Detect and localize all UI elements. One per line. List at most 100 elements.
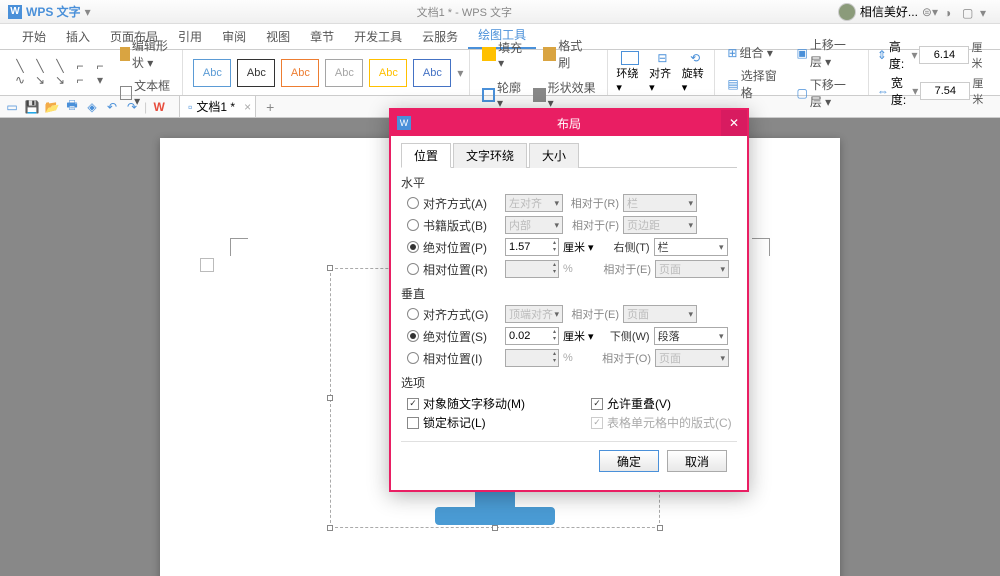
- cancel-button[interactable]: 取消: [667, 450, 727, 472]
- section-horizontal: 水平: [401, 174, 737, 191]
- align-icon: ⊟: [657, 51, 667, 65]
- redo-icon[interactable]: ↷: [124, 99, 140, 115]
- save-icon[interactable]: 💾: [24, 99, 40, 115]
- menu-view[interactable]: 视图: [256, 24, 300, 49]
- v-abs-input[interactable]: 0.02: [505, 327, 559, 345]
- tab-size[interactable]: 大小: [529, 143, 579, 168]
- handle-br[interactable]: [657, 525, 663, 531]
- menu-insert[interactable]: 插入: [56, 24, 100, 49]
- new-icon[interactable]: ▭: [4, 99, 20, 115]
- align-button[interactable]: 对齐 ▾: [649, 65, 676, 94]
- preset-4[interactable]: Abc: [325, 59, 363, 87]
- maximize-icon[interactable]: ▢: [962, 6, 974, 18]
- h-book-radio[interactable]: [407, 219, 419, 231]
- v-abs-unit[interactable]: 厘米 ▾: [563, 328, 594, 344]
- h-align-combo[interactable]: 左对齐: [505, 194, 563, 212]
- open-icon[interactable]: 📂: [44, 99, 60, 115]
- shape-line2-icon[interactable]: ╲: [32, 60, 48, 72]
- shape-conn2-icon[interactable]: ⌐: [92, 60, 108, 72]
- user-area[interactable]: 相信美好... ⊜▾: [838, 3, 938, 21]
- dialog-close-button[interactable]: ✕: [721, 110, 747, 136]
- menu-devtools[interactable]: 开发工具: [344, 24, 412, 49]
- preset-6[interactable]: Abc: [413, 59, 451, 87]
- opt-allow-overlap[interactable]: ✓允许重叠(V): [591, 395, 732, 412]
- menu-review[interactable]: 审阅: [212, 24, 256, 49]
- print-icon[interactable]: 🖶: [64, 99, 80, 115]
- h-abs-radio[interactable]: [407, 241, 419, 253]
- preset-5[interactable]: Abc: [369, 59, 407, 87]
- h-abs-rel-combo[interactable]: 栏: [654, 238, 728, 256]
- shape-line3-icon[interactable]: ╲: [52, 60, 68, 72]
- dialog-title-bar[interactable]: W 布局 ✕: [391, 110, 747, 136]
- shapes-gallery[interactable]: ╲ ╲ ╲ ⌐ ⌐ ∿ ↘ ↘ ⌐ ▾: [12, 60, 110, 86]
- h-rel-rel-combo[interactable]: 页面: [655, 260, 729, 278]
- handle-tl[interactable]: [327, 265, 333, 271]
- opt-move-with-text[interactable]: ✓对象随文字移动(M): [407, 395, 525, 412]
- h-rel-radio[interactable]: [407, 263, 419, 275]
- format-painter-button[interactable]: 格式刷: [539, 35, 598, 73]
- tab-wrap[interactable]: 文字环绕: [453, 143, 527, 168]
- h-book-combo[interactable]: 内部: [505, 216, 563, 234]
- menu-chapter[interactable]: 章节: [300, 24, 344, 49]
- width-input[interactable]: [920, 82, 970, 100]
- h-abs-input[interactable]: 1.57: [505, 238, 559, 256]
- ok-button[interactable]: 确定: [599, 450, 659, 472]
- v-abs-rel-combo[interactable]: 段落: [654, 327, 728, 345]
- shape-effects-button[interactable]: 形状效果 ▾: [529, 77, 601, 112]
- handle-bl[interactable]: [327, 525, 333, 531]
- wrap-button[interactable]: 环绕 ▾: [616, 65, 643, 94]
- preview-icon[interactable]: ◈: [84, 99, 100, 115]
- bring-forward-button[interactable]: ▣上移一层 ▾: [793, 34, 862, 72]
- preset-1[interactable]: Abc: [193, 59, 231, 87]
- shape-arrow1-icon[interactable]: ↘: [32, 74, 48, 86]
- handle-ml[interactable]: [327, 395, 333, 401]
- fill-button[interactable]: 填充 ▾格式刷: [478, 33, 601, 75]
- doc-tab-close-icon[interactable]: ×: [244, 100, 251, 114]
- shape-line-icon[interactable]: ╲: [12, 60, 28, 72]
- v-align-rel-combo[interactable]: 页面: [623, 305, 697, 323]
- preset-3[interactable]: Abc: [281, 59, 319, 87]
- close-icon[interactable]: ▾: [980, 6, 992, 18]
- v-align-combo[interactable]: 顶端对齐: [505, 305, 563, 323]
- send-backward-button[interactable]: ▢下移一层 ▾: [793, 74, 862, 112]
- group-button[interactable]: ⊞组合 ▾: [723, 42, 784, 63]
- dialog-title: 布局: [557, 115, 581, 132]
- preset-more-icon[interactable]: ▾: [457, 66, 463, 80]
- ribbon: ╲ ╲ ╲ ⌐ ⌐ ∿ ↘ ↘ ⌐ ▾ 编辑形状 ▾ 文本框 ▾ Abc Abc…: [0, 50, 1000, 96]
- edit-shape-button[interactable]: 编辑形状 ▾: [116, 35, 176, 73]
- h-align-rel-combo[interactable]: 栏: [623, 194, 697, 212]
- shape-conn-icon[interactable]: ⌐: [72, 60, 88, 72]
- h-rel-input[interactable]: [505, 260, 559, 278]
- tab-position[interactable]: 位置: [401, 143, 451, 168]
- menu-start[interactable]: 开始: [12, 24, 56, 49]
- v-abs-radio[interactable]: [407, 330, 419, 342]
- user-dropdown-icon[interactable]: ⊜▾: [922, 5, 938, 19]
- menu-cloud[interactable]: 云服务: [412, 24, 468, 49]
- new-tab-button[interactable]: +: [266, 99, 274, 115]
- h-align-radio[interactable]: [407, 197, 419, 209]
- handle-bm[interactable]: [492, 525, 498, 531]
- v-rel-rel-combo[interactable]: 页面: [655, 349, 729, 367]
- preset-2[interactable]: Abc: [237, 59, 275, 87]
- h-abs-unit[interactable]: 厘米 ▾: [563, 239, 594, 255]
- minimize-icon[interactable]: ◑: [944, 6, 956, 18]
- rotate-button[interactable]: 旋转 ▾: [682, 65, 709, 94]
- height-input[interactable]: [919, 46, 969, 64]
- outline-button[interactable]: 轮廓 ▾: [478, 77, 529, 112]
- wps-icon[interactable]: W: [151, 99, 167, 115]
- shape-curve-icon[interactable]: ∿: [12, 74, 28, 86]
- v-align-radio[interactable]: [407, 308, 419, 320]
- undo-icon[interactable]: ↶: [104, 99, 120, 115]
- dialog-body: 位置 文字环绕 大小 水平 对齐方式(A) 左对齐 相对于(R) 栏 书籍版式(…: [391, 136, 747, 490]
- selection-pane-button[interactable]: ▤选择窗格: [723, 65, 784, 103]
- outline-icon: [482, 88, 495, 102]
- document-tab[interactable]: ▫ 文档1 * ×: [179, 95, 256, 118]
- h-book-label: 书籍版式(B): [423, 217, 501, 234]
- shape-elbow-icon[interactable]: ⌐: [72, 74, 88, 86]
- opt-lock-anchor[interactable]: 锁定标记(L): [407, 414, 525, 431]
- v-rel-radio[interactable]: [407, 352, 419, 364]
- v-rel-input[interactable]: [505, 349, 559, 367]
- shape-arrow2-icon[interactable]: ↘: [52, 74, 68, 86]
- shape-more-icon[interactable]: ▾: [92, 74, 108, 86]
- h-book-rel-combo[interactable]: 页边距: [623, 216, 697, 234]
